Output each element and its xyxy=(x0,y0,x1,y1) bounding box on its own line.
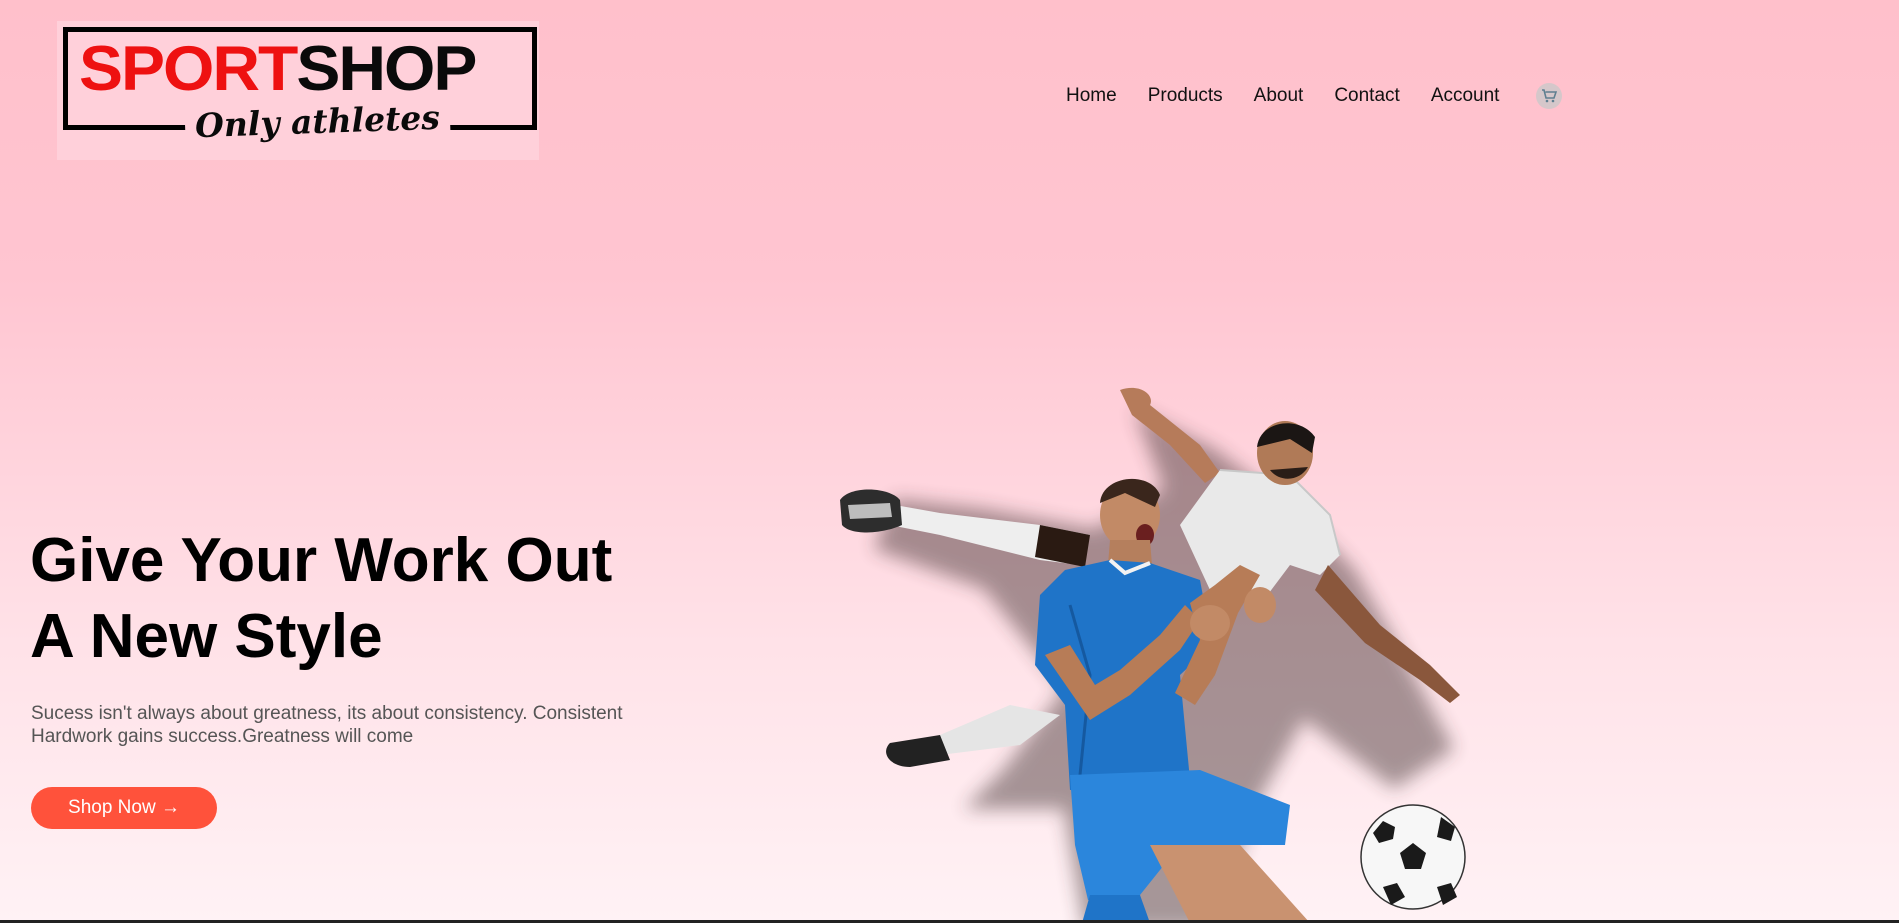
shop-now-button[interactable]: Shop Now → xyxy=(31,787,217,829)
main-nav: Home Products About Contact Account xyxy=(1066,83,1563,109)
nav-account-link[interactable]: Account xyxy=(1431,85,1500,107)
hero-title-line-1: Give Your Work Out xyxy=(30,526,613,595)
nav-home-link[interactable]: Home xyxy=(1066,85,1117,107)
hero-title: Give Your Work Out A New Style xyxy=(30,523,730,675)
logo-tagline: Only athletes xyxy=(184,98,451,145)
nav-contact-link[interactable]: Contact xyxy=(1334,85,1399,107)
logo-wordmark: SPORTSHOP xyxy=(79,37,477,100)
soccer-players-image xyxy=(840,387,1466,923)
logo-word-sport: SPORT xyxy=(79,32,298,104)
hero-title-line-2: A New Style xyxy=(30,602,383,671)
logo-word-shop: SHOP xyxy=(296,32,477,104)
cart-icon[interactable] xyxy=(1536,83,1563,109)
cart-glyph xyxy=(1542,89,1558,103)
nav-products-link[interactable]: Products xyxy=(1148,85,1223,107)
hero-subtitle: Sucess isn't always about greatness, its… xyxy=(31,703,623,747)
brand-logo[interactable]: SPORTSHOP Only athletes xyxy=(57,21,539,160)
nav-about-link[interactable]: About xyxy=(1254,85,1304,107)
